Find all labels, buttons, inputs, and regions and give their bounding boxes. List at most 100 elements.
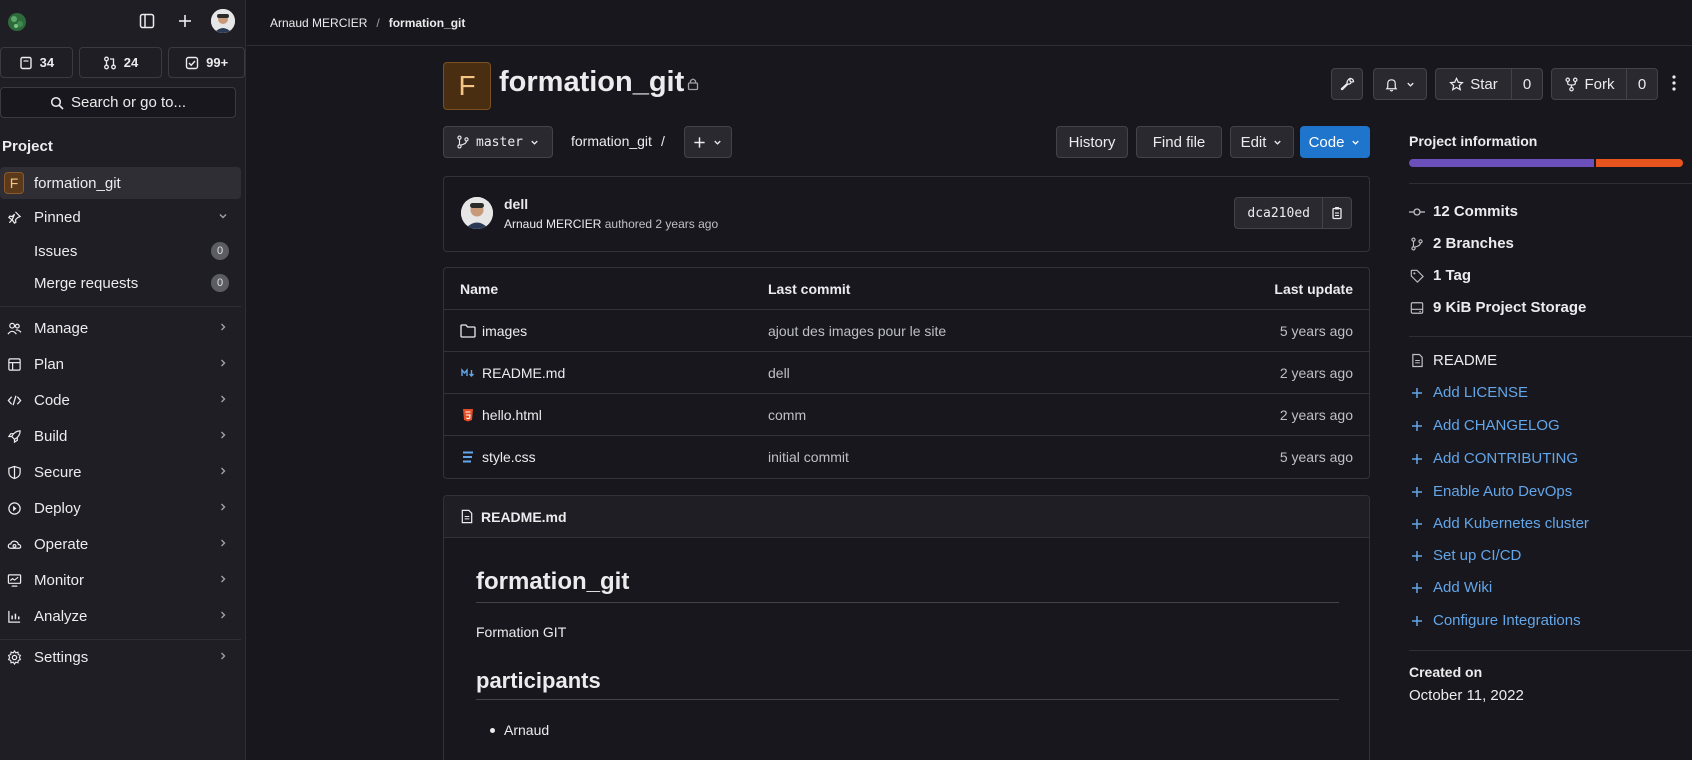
commit-meta: Arnaud MERCIER authored 2 years ago [504, 217, 718, 231]
branches-stat[interactable]: 2 Branches [1409, 235, 1514, 252]
tags-stat[interactable]: 1 Tag [1409, 267, 1471, 284]
readme-heading-2: participants [476, 668, 601, 693]
file-name[interactable]: hello.html [482, 407, 542, 423]
sidebar-item-merge-requests[interactable]: Merge requests 0 [0, 267, 241, 299]
sidebar-item-issues[interactable]: Issues 0 [0, 235, 241, 267]
set-up-cicd-label: Set up CI/CD [1433, 547, 1522, 564]
sidebar-item-analyze[interactable]: Analyze [0, 600, 241, 632]
storage-stat[interactable]: 9 KiB Project Storage [1409, 299, 1586, 316]
file-last-commit[interactable]: comm [768, 407, 806, 423]
sidebar-item-pinned[interactable]: Pinned [0, 201, 241, 233]
file-last-commit[interactable]: ajout des images pour le site [768, 323, 946, 339]
commit-sha[interactable]: dca210ed [1234, 197, 1322, 229]
repo-path: formation_git / [571, 133, 665, 149]
sidebar-item-settings[interactable]: Settings [0, 641, 241, 673]
commit-title[interactable]: dell [504, 196, 528, 212]
sidebar-counters: 34 24 99+ [0, 44, 245, 78]
fork-button[interactable]: Fork [1551, 68, 1627, 100]
fork-count[interactable]: 0 [1626, 68, 1658, 100]
code-dropdown-button[interactable]: Code [1300, 126, 1370, 158]
sidebar-item-secure[interactable]: Secure [0, 456, 241, 488]
edit-dropdown-button[interactable]: Edit [1230, 126, 1294, 158]
edit-label: Edit [1240, 133, 1267, 151]
add-kubernetes-cluster-link[interactable]: Add Kubernetes cluster [1409, 515, 1589, 532]
todos-counter[interactable]: 99+ [168, 47, 245, 78]
readme-link[interactable]: README [1409, 352, 1497, 369]
file-name[interactable]: images [482, 323, 527, 339]
settings-wrench-button[interactable] [1331, 68, 1363, 100]
add-contributing-label: Add CONTRIBUTING [1433, 450, 1579, 467]
add-contributing-link[interactable]: Add CONTRIBUTING [1409, 450, 1578, 467]
table-row[interactable]: hello.html comm 2 years ago [444, 394, 1369, 436]
file-last-update: 2 years ago [1279, 406, 1353, 423]
created-on-date: October 11, 2022 [1409, 687, 1524, 704]
search-button[interactable]: Search or go to... [0, 87, 236, 118]
panel-divider [1409, 336, 1692, 337]
chevron-right-icon [221, 652, 226, 660]
enable-auto-devops-link[interactable]: Enable Auto DevOps [1409, 483, 1572, 500]
table-row[interactable]: images ajout des images pour le site 5 y… [444, 310, 1369, 352]
more-actions-icon[interactable] [1667, 74, 1681, 92]
sidebar-item-build[interactable]: Build [0, 420, 241, 452]
sidebar-divider [0, 306, 241, 307]
merge-requests-counter[interactable]: 24 [78, 47, 163, 78]
header-last-update: Last update [1274, 280, 1353, 297]
branch-selector[interactable]: master [443, 126, 553, 158]
merge-requests-count-badge: 0 [211, 274, 229, 292]
breadcrumb-project[interactable]: formation_git [389, 16, 466, 30]
file-name[interactable]: README.md [482, 365, 565, 381]
add-wiki-link[interactable]: Add Wiki [1409, 579, 1492, 596]
repo-path-root[interactable]: formation_git [571, 133, 652, 149]
language-bar [1409, 159, 1683, 167]
enable-auto-devops-label: Enable Auto DevOps [1433, 483, 1573, 500]
sidebar-item-operate[interactable]: Operate [0, 528, 241, 560]
readme-filename[interactable]: README.md [481, 509, 567, 525]
create-new-plus-icon[interactable] [173, 9, 197, 33]
sidebar-item-monitor[interactable]: Monitor [0, 564, 241, 596]
sidebar-item-plan[interactable]: Plan [0, 348, 241, 380]
configure-integrations-link[interactable]: Configure Integrations [1409, 612, 1581, 629]
add-changelog-link[interactable]: Add CHANGELOG [1409, 417, 1560, 434]
issues-counter[interactable]: 34 [0, 47, 73, 78]
sidebar-item-code[interactable]: Code [0, 384, 241, 416]
shield-icon [7, 465, 21, 479]
user-avatar[interactable] [211, 9, 235, 33]
file-tree-table: Name Last commit Last update images ajou… [443, 267, 1370, 479]
merge-requests-count: 24 [123, 55, 139, 70]
history-button[interactable]: History [1056, 126, 1128, 158]
search-icon [50, 96, 64, 110]
sidebar-divider [0, 639, 241, 640]
star-count[interactable]: 0 [1511, 68, 1543, 100]
toggle-sidebar-icon[interactable] [135, 9, 159, 33]
commit-author-avatar[interactable] [461, 197, 493, 229]
add-license-link[interactable]: Add LICENSE [1409, 384, 1528, 401]
chevron-right-icon [221, 575, 226, 583]
file-last-commit[interactable]: initial commit [768, 449, 849, 465]
table-row[interactable]: README.md dell 2 years ago [444, 352, 1369, 394]
star-button[interactable]: Star [1435, 68, 1512, 100]
sidebar-item-project[interactable]: F formation_git [0, 167, 241, 199]
notifications-button[interactable] [1373, 68, 1427, 100]
pin-icon [7, 210, 21, 224]
plus-icon [1412, 486, 1422, 497]
breadcrumb-owner[interactable]: Arnaud MERCIER [270, 16, 367, 30]
brand-logo-icon[interactable] [6, 11, 28, 33]
sidebar-item-manage[interactable]: Manage [0, 312, 241, 344]
find-file-button[interactable]: Find file [1136, 126, 1222, 158]
set-up-cicd-link[interactable]: Set up CI/CD [1409, 547, 1521, 564]
readme-divider [476, 699, 1339, 700]
commit-author[interactable]: Arnaud MERCIER [504, 217, 601, 231]
deployments-icon [7, 501, 21, 515]
commits-stat[interactable]: 12 Commits [1409, 203, 1518, 220]
wrench-icon [1340, 77, 1354, 90]
add-to-tree-button[interactable] [684, 126, 732, 158]
file-last-commit[interactable]: dell [768, 365, 790, 381]
add-kubernetes-cluster-label: Add Kubernetes cluster [1433, 515, 1589, 532]
file-name[interactable]: style.css [482, 449, 536, 465]
copy-sha-button[interactable] [1322, 197, 1352, 229]
tag-icon [1410, 269, 1424, 283]
star-icon [1449, 76, 1465, 91]
sidebar-item-deploy[interactable]: Deploy [0, 492, 241, 524]
sidebar-manage-label: Manage [34, 319, 89, 337]
table-row[interactable]: style.css initial commit 5 years ago [444, 436, 1369, 478]
